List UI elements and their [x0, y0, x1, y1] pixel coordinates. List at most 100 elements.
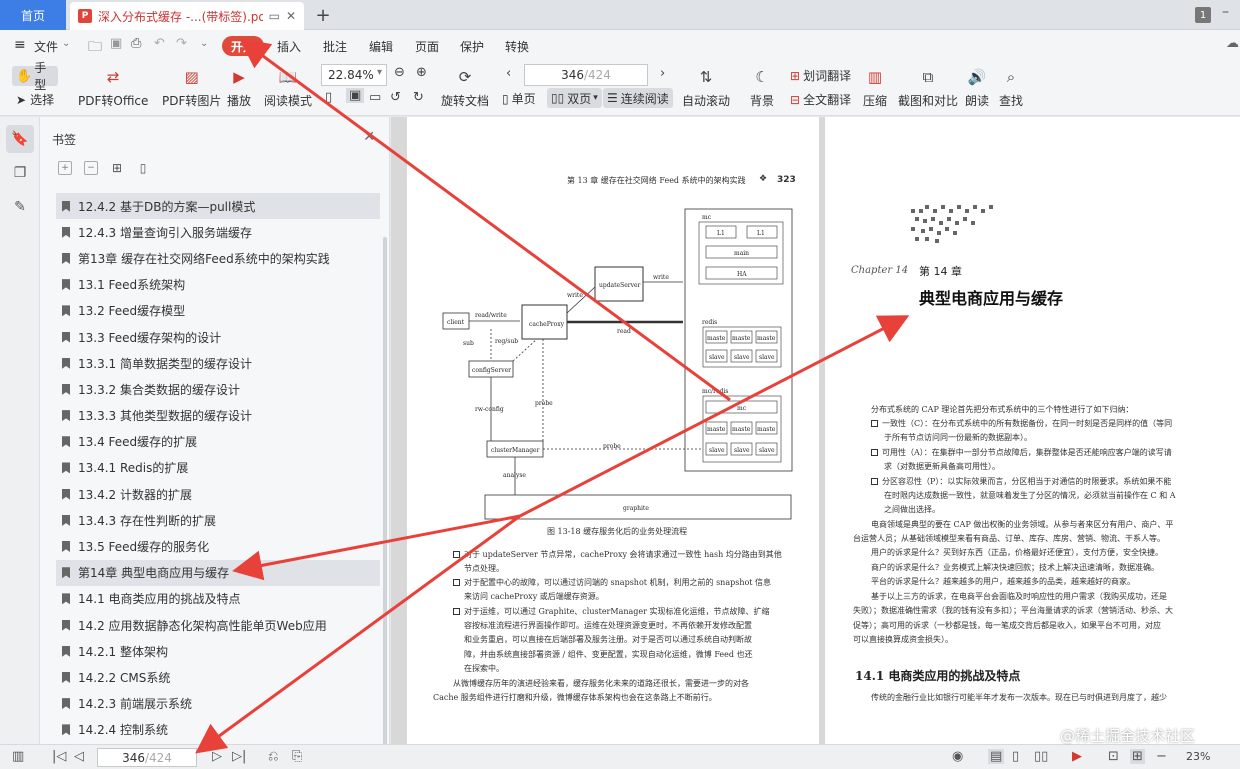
save-icon[interactable]: ▣ — [110, 36, 122, 51]
bookmark-item[interactable]: 13.4.1 Redis的扩展 — [56, 455, 380, 481]
find-button[interactable]: ⌕ 查找 — [999, 66, 1023, 109]
bookmark-item[interactable]: 13.4.3 存在性判断的扩展 — [56, 507, 380, 533]
menu-insert[interactable]: 插入 — [277, 38, 301, 55]
fit-page-icon[interactable]: ▣ — [346, 88, 365, 103]
page-number-input[interactable]: 346 /424 — [524, 64, 648, 86]
bookmark-item[interactable]: 13.3.3 其他类型数据的缓存设计 — [56, 403, 380, 429]
bookmark-item[interactable]: 14.2.1 整体架构 — [56, 638, 380, 664]
more-chevron-icon[interactable]: ⌄ — [200, 38, 208, 49]
bookmark-item[interactable]: 14.2.3 前端展示系统 — [56, 691, 380, 717]
single-view-icon[interactable]: ▤ — [988, 749, 1005, 764]
zoom-out-icon[interactable]: ⊖ — [394, 65, 405, 80]
rotate-document-button[interactable]: ⟳ 旋转文档 — [441, 66, 489, 109]
sidebar-toggle-icon[interactable]: ▥ — [12, 749, 24, 764]
menu-annotate[interactable]: 批注 — [323, 38, 347, 55]
undo-icon[interactable]: ↶ — [154, 36, 165, 51]
next-page-icon[interactable]: ▷ — [212, 749, 222, 764]
bookmark-item[interactable]: 13.3 Feed缓存架构的设计 — [56, 324, 380, 350]
bookmark-item[interactable]: 第13章 缓存在社交网络Feed系统中的架构实践 — [56, 245, 380, 271]
menu-page[interactable]: 页面 — [415, 38, 439, 55]
bookmark-item[interactable]: 14.2.2 CMS系统 — [56, 664, 380, 690]
actual-size-icon[interactable]: ▯ — [325, 90, 332, 105]
last-page-icon[interactable]: ▷| — [232, 749, 246, 764]
bookmark-item[interactable]: 13.1 Feed系统架构 — [56, 272, 380, 298]
collapse-all-icon[interactable]: − — [84, 161, 98, 175]
read-mode-button[interactable]: 📖 阅读模式 — [264, 66, 312, 109]
menu-convert[interactable]: 转换 — [505, 38, 529, 55]
minimize-icon[interactable]: – — [1222, 4, 1229, 20]
bookmark-item[interactable]: 13.3.2 集合类数据的缓存设计 — [56, 376, 380, 402]
print-icon[interactable]: ⎙ — [131, 36, 141, 51]
tab-document[interactable]: P 深入分布式缓存 -...(带标签).pdf ▭ ✕ — [70, 2, 304, 30]
expand-all-icon[interactable]: + — [58, 161, 72, 175]
redo-icon[interactable]: ↷ — [176, 36, 187, 51]
bookmark-panel-icon[interactable]: 🔖 — [6, 125, 34, 153]
bookmark-item[interactable]: 13.4 Feed缓存的扩展 — [56, 429, 380, 455]
fit-page-icon[interactable]: ⊞ — [1130, 749, 1145, 764]
forward-icon[interactable]: ⎘ — [292, 749, 302, 764]
auto-scroll-button[interactable]: ⇅ 自动滚动 — [682, 66, 730, 109]
open-folder-icon[interactable]: 🗀 — [88, 36, 102, 60]
cloud-icon[interactable]: ☁ — [1226, 36, 1239, 51]
zoom-in-icon[interactable]: ⊕ — [416, 65, 427, 80]
close-icon[interactable]: ✕ — [286, 9, 296, 23]
select-tool-button[interactable]: ➤ 选择 — [16, 91, 54, 108]
double-page-button[interactable]: ▯▯ 双页 ▾ — [547, 88, 602, 108]
rotate-right-icon[interactable]: ↻ — [413, 90, 424, 105]
zoom-select[interactable]: 22.84% ▾ — [321, 64, 387, 86]
status-page-input[interactable]: 346 /424 — [97, 748, 197, 767]
rotate-left-icon[interactable]: ↺ — [390, 90, 401, 105]
bookmark-item[interactable]: 13.5 Feed缓存的服务化 — [56, 533, 380, 559]
window-count-badge[interactable]: 1 — [1195, 7, 1211, 23]
continuous-read-button[interactable]: ☰ 连续阅读 — [603, 88, 673, 108]
pdf-to-image-button[interactable]: ▨ PDF转图片 — [162, 66, 221, 109]
first-page-icon[interactable]: |◁ — [52, 749, 66, 764]
menu-file[interactable]: 文件 — [34, 38, 58, 55]
play-icon[interactable]: ▶ — [1072, 749, 1082, 764]
monitor-icon[interactable]: ▭ — [269, 9, 280, 23]
eye-icon[interactable]: ◉ — [952, 749, 963, 764]
word-translate-button[interactable]: ⊞ 划词翻译 — [790, 67, 851, 84]
menu-protect[interactable]: 保护 — [460, 38, 484, 55]
pdf-to-office-button[interactable]: ⇄ PDF转Office — [78, 66, 148, 109]
menu-start[interactable]: 开始 — [222, 36, 264, 56]
close-icon[interactable]: ✕ — [363, 129, 375, 145]
bookmark-item[interactable]: 13.2 Feed缓存模型 — [56, 298, 380, 324]
thumbnail-panel-icon[interactable]: ❐ — [6, 159, 34, 187]
bookmark-item[interactable]: 13.3.1 简单数据类型的缓存设计 — [56, 350, 380, 376]
bookmark-item[interactable]: 12.4.3 增量查询引入服务端缓存 — [56, 219, 380, 245]
play-button[interactable]: ▶ 播放 — [227, 66, 251, 109]
fit-icon[interactable]: ⊡ — [1108, 749, 1119, 764]
hamburger-icon[interactable]: ≡ — [14, 37, 26, 53]
page-view-icon[interactable]: ▯ — [1012, 749, 1019, 764]
prev-page-icon[interactable]: ‹ — [506, 66, 511, 81]
menu-edit[interactable]: 编辑 — [369, 38, 393, 55]
prev-page-icon[interactable]: ◁ — [74, 749, 84, 764]
read-aloud-button[interactable]: 🔊 朗读 — [965, 66, 989, 109]
add-bookmark-icon[interactable]: ⊞ — [110, 161, 124, 175]
next-page-icon[interactable]: › — [660, 66, 665, 81]
annotation-panel-icon[interactable]: ✎ — [6, 193, 34, 221]
book-view-icon[interactable]: ▯▯ — [1034, 749, 1048, 764]
new-tab-button[interactable]: + — [312, 4, 334, 26]
bookmark-item[interactable]: 14.1 电商类应用的挑战及特点 — [56, 586, 380, 612]
fit-width-icon[interactable]: ▭ — [369, 90, 381, 105]
bookmark-item[interactable]: 14.2 应用数据静态化架构高性能单页Web应用 — [56, 612, 380, 638]
full-translate-button[interactable]: ⊟ 全文翻译 — [790, 91, 851, 108]
zoom-out-icon[interactable]: − — [1156, 749, 1167, 764]
background-button[interactable]: ☾ 背景 — [750, 66, 774, 109]
hand-tool-button[interactable]: ✋ 手型 — [12, 61, 58, 92]
bookmark-item[interactable]: 13.4.2 计数器的扩展 — [56, 481, 380, 507]
bookmark-item[interactable]: 12.4.2 基于DB的方案—pull模式 — [56, 193, 380, 220]
bookmark-icon[interactable]: ▯ — [136, 161, 150, 175]
bookmark-item[interactable]: 14.2.4 控制系统 — [56, 717, 380, 743]
compress-button[interactable]: ▥ 压缩 — [863, 66, 887, 109]
back-icon[interactable]: ⎌ — [268, 749, 278, 764]
status-zoom[interactable]: 23% — [1186, 750, 1210, 763]
bookmark-scrollbar[interactable] — [383, 237, 387, 769]
tab-home[interactable]: 首页 — [0, 0, 66, 30]
chevron-down-icon[interactable]: ⌄ — [62, 38, 70, 49]
bookmark-item[interactable]: 第14章 典型电商应用与缓存 — [56, 559, 380, 586]
document-view[interactable]: 第 13 章 缓存在社交网络 Feed 系统中的架构实践 ❖ 323 mc L1… — [391, 117, 1240, 744]
single-page-button[interactable]: ▯ 单页 — [502, 90, 536, 107]
